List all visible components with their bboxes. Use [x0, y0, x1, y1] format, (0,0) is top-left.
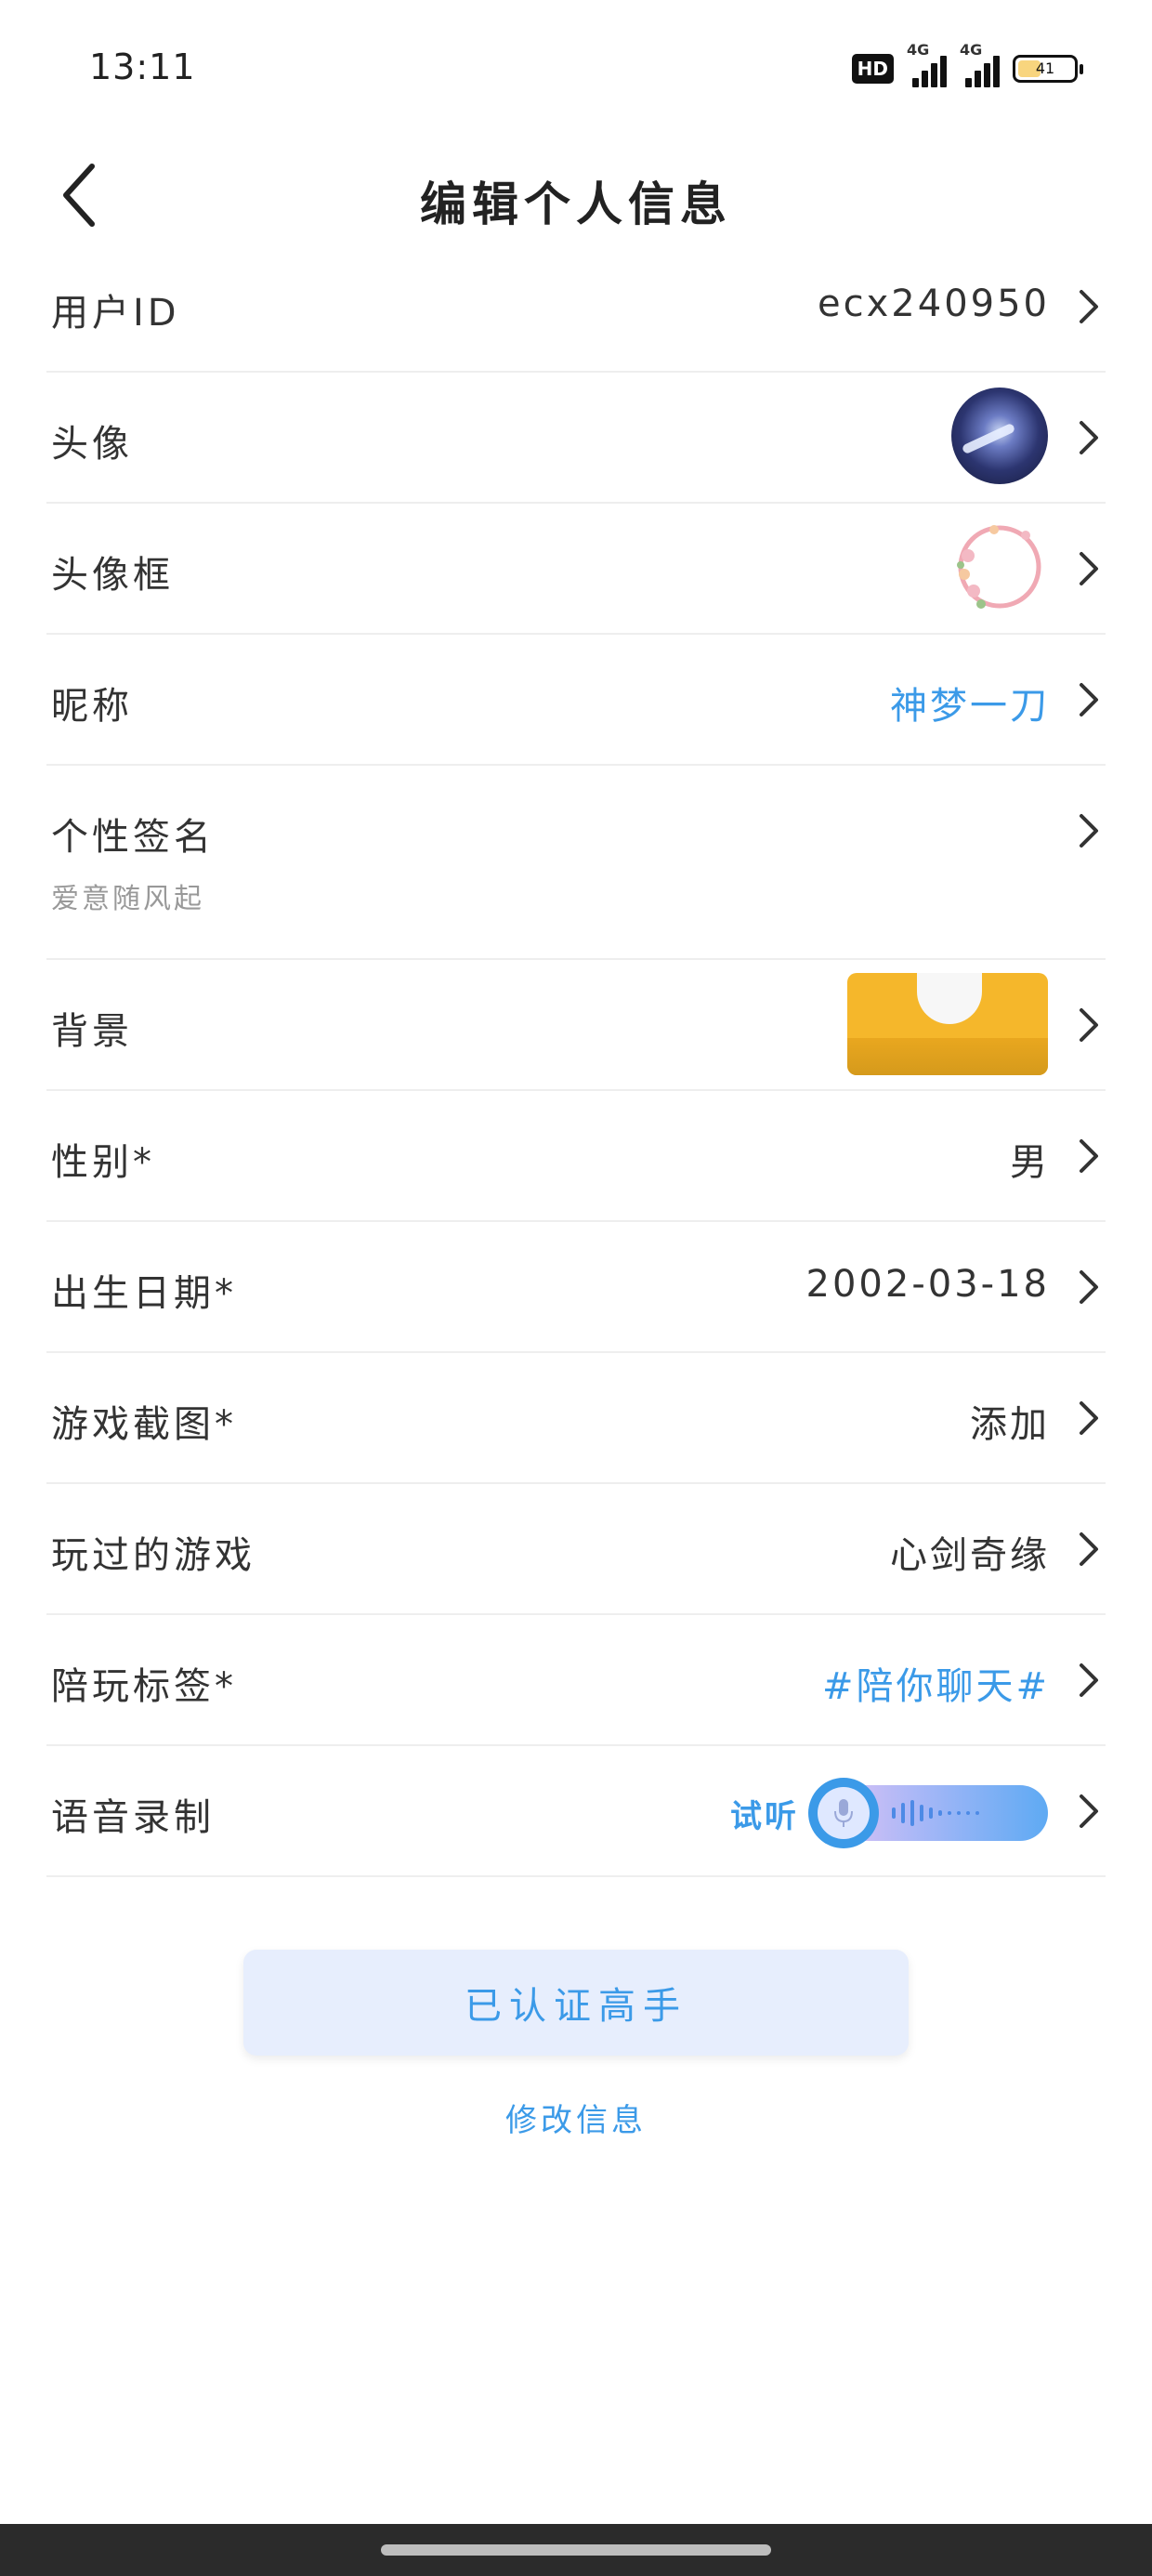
microphone-glyph-icon — [834, 1799, 853, 1827]
row-label: 陪玩标签* — [51, 1665, 237, 1708]
status-icons: HD 4G 4G 41 — [851, 41, 1083, 91]
chevron-right-icon — [1080, 1270, 1098, 1304]
nickname-value: 神梦一刀 — [890, 685, 1050, 728]
chevron-right-icon — [1080, 290, 1098, 323]
row-label: 头像框 — [51, 554, 174, 597]
signal-icon: 4G — [907, 41, 947, 87]
chevron-right-icon — [1080, 1401, 1098, 1435]
status-time: 13:11 — [89, 46, 196, 87]
system-nav-bar — [0, 2524, 1152, 2576]
birthday-value: 2002-03-18 — [805, 1263, 1050, 1306]
row-label: 背景 — [51, 1010, 133, 1053]
header: 编辑个人信息 — [0, 139, 1152, 251]
edit-info-link[interactable]: 修改信息 — [0, 2095, 1152, 2140]
row-voice[interactable]: 语音录制 试听 — [46, 1746, 1106, 1877]
user-id-value: ecx240950 — [818, 283, 1050, 325]
row-label: 性别* — [51, 1141, 155, 1184]
gender-value: 男 — [1010, 1141, 1050, 1184]
signature-value: 爱意随风起 — [51, 883, 204, 915]
network-type-2: 4G — [960, 41, 983, 59]
row-label: 游戏截图* — [51, 1403, 237, 1446]
profile-list: 用户ID ecx240950 头像 头像框 昵称 神梦一刀 个性签名 爱意随风起 — [46, 242, 1106, 1877]
row-nickname[interactable]: 昵称 神梦一刀 — [46, 635, 1106, 766]
row-game-screenshot[interactable]: 游戏截图* 添加 — [46, 1353, 1106, 1484]
row-label: 玩过的游戏 — [51, 1534, 255, 1577]
row-gender[interactable]: 性别* 男 — [46, 1091, 1106, 1222]
chevron-right-icon — [1080, 1008, 1098, 1042]
row-played-games[interactable]: 玩过的游戏 心剑奇缘 — [46, 1484, 1106, 1615]
verified-expert-button[interactable]: 已认证高手 — [243, 1950, 909, 2056]
row-signature[interactable]: 个性签名 爱意随风起 — [46, 766, 1106, 960]
chevron-right-icon — [1080, 1794, 1098, 1828]
row-background[interactable]: 背景 — [46, 960, 1106, 1091]
row-user-id[interactable]: 用户ID ecx240950 — [46, 242, 1106, 373]
mic-icon — [808, 1778, 879, 1848]
chevron-right-icon — [1080, 421, 1098, 454]
row-birthday[interactable]: 出生日期* 2002-03-18 — [46, 1222, 1106, 1353]
tags-value: #陪你聊天# — [821, 1665, 1050, 1708]
battery-level: 41 — [1035, 59, 1055, 77]
played-games-value: 心剑奇缘 — [890, 1534, 1050, 1577]
chevron-right-icon — [1080, 814, 1098, 848]
chevron-right-icon — [1080, 1532, 1098, 1566]
listen-button[interactable]: 试听 — [730, 1791, 799, 1836]
row-label: 昵称 — [51, 685, 133, 728]
hd-icon: HD — [851, 54, 894, 84]
chevron-right-icon — [1080, 1663, 1098, 1697]
row-label: 语音录制 — [51, 1796, 215, 1839]
home-indicator[interactable] — [381, 2544, 771, 2556]
chevron-right-icon — [1080, 552, 1098, 585]
row-avatar[interactable]: 头像 — [46, 373, 1106, 504]
game-screenshot-value: 添加 — [970, 1403, 1050, 1446]
background-image — [847, 973, 1048, 1075]
waveform-icon — [892, 1800, 979, 1826]
battery-icon: 41 — [1013, 55, 1083, 83]
voice-player[interactable] — [808, 1778, 1048, 1848]
chevron-right-icon — [1080, 1139, 1098, 1173]
signal-icon-2: 4G — [960, 41, 1000, 87]
row-tags[interactable]: 陪玩标签* #陪你聊天# — [46, 1615, 1106, 1746]
status-bar: 13:11 HD 4G 4G 41 — [0, 0, 1152, 139]
row-label: 头像 — [51, 423, 133, 466]
network-type: 4G — [907, 41, 930, 59]
row-label: 个性签名 — [51, 816, 215, 859]
avatar-frame-image — [957, 525, 1041, 609]
page-title: 编辑个人信息 — [420, 177, 732, 231]
row-label: 出生日期* — [51, 1272, 237, 1315]
row-label: 用户ID — [51, 292, 180, 335]
row-avatar-frame[interactable]: 头像框 — [46, 504, 1106, 635]
chevron-right-icon — [1080, 683, 1098, 716]
avatar — [951, 388, 1048, 484]
